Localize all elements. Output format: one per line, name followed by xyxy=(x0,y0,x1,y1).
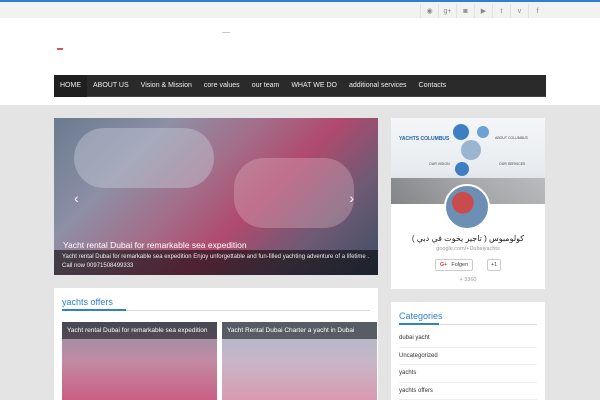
instagram-icon[interactable]: ◙ xyxy=(456,4,474,18)
featured-slider[interactable]: ‹ › Yacht rental Dubai for remarkable se… xyxy=(54,118,378,275)
slide-image-highlight xyxy=(74,128,214,188)
section-heading: Categories xyxy=(399,311,443,321)
youtube-icon[interactable]: ▶ xyxy=(474,4,492,18)
follow-label: Folgen xyxy=(451,262,469,268)
google-plus-widget: YACHTS COLUMBUS ABOUT COLUMBUS OUR VISIO… xyxy=(391,118,545,289)
category-list: dubai yacht Uncategorized yachts yachts … xyxy=(399,330,537,400)
slide-title[interactable]: Yacht rental Dubai for remarkable sea ex… xyxy=(63,240,247,250)
banner-circle xyxy=(453,124,469,140)
banner-circle xyxy=(455,162,469,176)
rss-icon[interactable]: ◉ xyxy=(420,4,438,18)
nav-item-core-values[interactable]: core values xyxy=(198,75,246,97)
main-nav: HOME ABOUT US Vision & Mission core valu… xyxy=(54,74,546,97)
nav-item-home[interactable]: HOME xyxy=(54,74,87,97)
banner-tag: OUR SERVICES xyxy=(499,162,526,166)
yachts-offers-section: yachts offers Yacht rental Dubai for rem… xyxy=(54,288,378,400)
banner-circle xyxy=(461,140,481,160)
nav-item-vision-mission[interactable]: Vision & Mission xyxy=(135,75,198,97)
chevron-left-icon[interactable]: ‹ xyxy=(74,190,79,206)
twitter-icon[interactable]: t xyxy=(492,4,510,18)
banner-tag: OUR VISION xyxy=(429,162,450,166)
section-heading: yachts offers xyxy=(62,297,113,307)
logo-mark[interactable] xyxy=(57,48,63,50)
profile-name[interactable]: كولومبوس ( تاجير يخوت في دبي ) xyxy=(391,234,545,243)
category-link[interactable]: yachts offers xyxy=(399,383,537,400)
social-links: ◉ g+ ◙ ▶ t v f xyxy=(420,4,546,18)
banner-circle xyxy=(477,126,489,138)
vimeo-icon[interactable]: v xyxy=(510,4,528,18)
category-link[interactable]: Uncategorized xyxy=(399,348,537,365)
offer-card[interactable]: Yacht rental Dubai for remarkable sea ex… xyxy=(62,322,217,400)
category-link[interactable]: yachts xyxy=(399,365,537,383)
heading-divider xyxy=(399,323,537,325)
top-bar: ◉ g+ ◙ ▶ t v f xyxy=(0,0,600,18)
nav-item-contacts[interactable]: Contacts xyxy=(413,75,453,97)
offer-card-title[interactable]: Yacht Rental Dubai Charter a yacht in Du… xyxy=(222,322,377,340)
offer-card-title[interactable]: Yacht rental Dubai for remarkable sea ex… xyxy=(62,322,217,340)
banner-brand: YACHTS COLUMBUS xyxy=(399,136,450,142)
follower-count: + 3360 xyxy=(459,277,477,283)
banner-tag: ABOUT COLUMBUS xyxy=(495,136,528,140)
facebook-icon[interactable]: f xyxy=(528,4,546,18)
google-plus-icon: G+ xyxy=(439,262,448,268)
profile-url[interactable]: google.com/+Dubaiyachts xyxy=(391,246,545,252)
logo-decoration xyxy=(222,32,230,33)
chevron-right-icon[interactable]: › xyxy=(349,190,354,206)
heading-divider xyxy=(62,309,370,311)
avatar[interactable] xyxy=(444,184,490,230)
follow-button[interactable]: G+ Folgen xyxy=(435,259,473,271)
nav-item-additional-services[interactable]: additional services xyxy=(343,75,413,97)
google-plus-icon[interactable]: g+ xyxy=(438,4,456,18)
category-link[interactable]: dubai yacht xyxy=(399,330,537,348)
slide-caption: Yacht rental Dubai for remarkable sea ex… xyxy=(54,250,378,275)
slide-image-highlight xyxy=(234,158,354,228)
categories-widget: Categories dubai yacht Uncategorized yac… xyxy=(391,302,545,400)
nav-item-our-team[interactable]: our team xyxy=(246,75,286,97)
plus-one-button[interactable]: +1 xyxy=(487,259,501,271)
nav-item-what-we-do[interactable]: WHAT WE DO xyxy=(285,75,343,97)
offer-card[interactable]: Yacht Rental Dubai Charter a yacht in Du… xyxy=(222,322,377,400)
nav-item-about-us[interactable]: ABOUT US xyxy=(87,75,135,97)
